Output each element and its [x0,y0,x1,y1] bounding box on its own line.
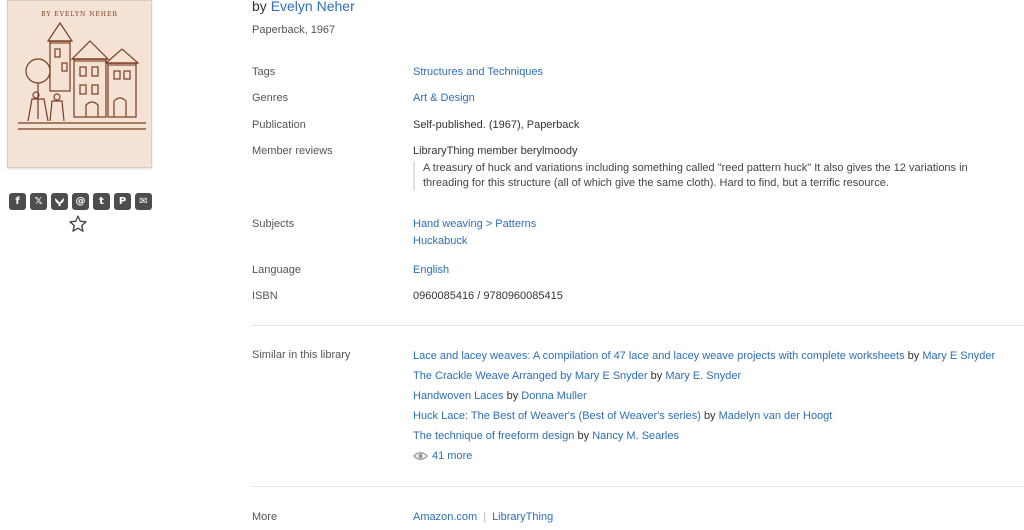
threads-icon[interactable]: @ [72,193,89,210]
similar-title-link[interactable]: The Crackle Weave Arranged by Mary E Sny… [413,370,648,382]
tag-link[interactable]: Structures and Techniques [413,66,543,78]
tumblr-icon[interactable]: t [93,193,110,210]
similar-by: by [577,430,590,442]
link-separator: | [483,511,487,523]
similar-list: Lace and lacey weaves: A compilation of … [413,349,1013,469]
similar-by: by [650,370,663,382]
more-similar-link[interactable]: 41 more [432,450,472,462]
similar-title-link[interactable]: Handwoven Laces [413,390,504,402]
cover-author-text: BY EVELYN NEHER [41,11,118,18]
review-author: LibraryThing member berylmoody [413,145,578,157]
email-icon[interactable]: ✉ [135,193,152,210]
share-row: f 𝕏 @ t P ✉ [9,193,152,210]
similar-label: Similar in this library [252,349,351,361]
similar-author-link[interactable]: Mary E Snyder [922,350,995,362]
subject-hand-weaving-link[interactable]: Hand weaving [413,218,483,230]
x-icon[interactable]: 𝕏 [30,193,47,210]
similar-author-link[interactable]: Donna Muller [521,390,586,402]
publication-value: Self-published. (1967), Paperback [413,119,580,131]
similar-by: by [907,350,920,362]
publication-label: Publication [252,119,306,131]
librarything-link[interactable]: LibraryThing [492,511,553,523]
tags-label: Tags [252,66,276,78]
subject-patterns-link[interactable]: Patterns [495,218,536,230]
similar-author-link[interactable]: Mary E. Snyder [665,370,741,382]
review-text: A treasury of huck and variations includ… [413,161,1013,191]
list-item: Handwoven Laces by Donna Muller [413,389,1013,409]
pinterest-icon[interactable]: P [114,193,131,210]
isbn-value: 0960085416 / 9780960085415 [413,290,563,302]
list-item: Lace and lacey weaves: A compilation of … [413,349,1013,369]
language-link[interactable]: English [413,264,449,276]
similar-title-link[interactable]: Huck Lace: The Best of Weaver's (Best of… [413,410,701,422]
language-label: Language [252,264,301,276]
similar-author-link[interactable]: Madelyn van der Hoogt [719,410,833,422]
edition-info: Paperback, 1967 [252,24,336,36]
divider [252,486,1024,487]
genres-label: Genres [252,92,289,104]
similar-by: by [703,410,716,422]
list-item: The technique of freeform design by Nanc… [413,429,1013,449]
similar-by: by [506,390,519,402]
subject-separator: > [485,218,493,230]
facebook-icon[interactable]: f [9,193,26,210]
subject-huckabuck-link[interactable]: Huckabuck [413,235,467,247]
author-link[interactable]: Evelyn Neher [271,0,355,14]
similar-author-link[interactable]: Nancy M. Searles [592,430,679,442]
cover-illustration [18,21,146,130]
similar-title-link[interactable]: The technique of freeform design [413,430,574,442]
bluesky-icon[interactable] [51,193,68,210]
byline: by Evelyn Neher [252,0,355,14]
more-similar-row: 41 more [413,449,1013,469]
amazon-link[interactable]: Amazon.com [413,511,477,523]
by-prefix: by [252,0,267,14]
isbn-label: ISBN [252,290,278,302]
reviews-label: Member reviews [252,145,333,157]
list-item: The Crackle Weave Arranged by Mary E Sny… [413,369,1013,389]
left-column: BY EVELYN NEHER f 𝕏 @ t P ✉ [0,0,170,530]
book-cover-image[interactable]: BY EVELYN NEHER [7,0,152,168]
eye-icon [413,452,428,460]
star-icon[interactable] [68,214,90,236]
list-item: Huck Lace: The Best of Weaver's (Best of… [413,409,1013,429]
similar-title-link[interactable]: Lace and lacey weaves: A compilation of … [413,350,905,362]
subjects-label: Subjects [252,218,295,230]
genre-link[interactable]: Art & Design [413,92,475,104]
more-label: More [252,511,278,523]
divider [252,325,1024,326]
